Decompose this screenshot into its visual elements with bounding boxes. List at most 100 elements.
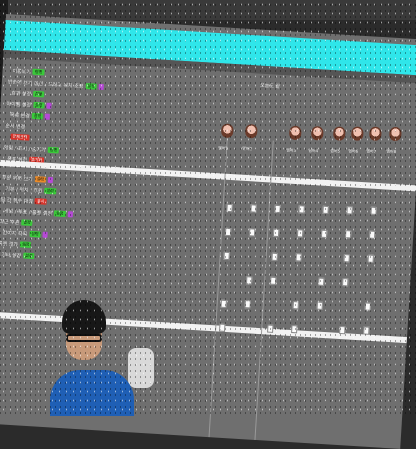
grid-checkbox[interactable] [343, 254, 350, 263]
row-tag-button[interactable]: 설정 [85, 82, 97, 90]
member-avatar[interactable] [310, 125, 324, 141]
member-avatar[interactable] [244, 123, 258, 139]
row-tag-button[interactable]: 설정 [19, 241, 32, 248]
row-tag-button[interactable]: 설정 [53, 210, 66, 217]
row-label: 게임 / 투표 / 룰렛 설정 [3, 207, 53, 217]
row-label: 룰렛 결과 [0, 240, 19, 248]
grid-checkbox[interactable] [367, 254, 374, 263]
member-avatar[interactable] [388, 126, 402, 142]
purple-chip-button[interactable] [98, 83, 104, 91]
grid-checkbox[interactable] [223, 251, 230, 261]
grid-checkbox[interactable] [342, 278, 349, 287]
grid-checkbox[interactable] [220, 299, 227, 309]
row-tag-button[interactable]: 설정 [32, 101, 45, 109]
grid-checkbox[interactable] [269, 276, 277, 285]
list-row: 게임 / 투표 / 룰렛 설정 설정 [4, 206, 73, 218]
grid-checkbox[interactable] [272, 228, 280, 238]
glasses [66, 334, 102, 342]
row-tag-button[interactable]: 설정 [32, 68, 45, 76]
row-label: 후원 목록 보기 [1, 174, 33, 183]
list-row: 기타 설정 설정 [1, 250, 35, 260]
list-row: 이름보기 설정 [12, 67, 45, 77]
grid-checkbox[interactable] [226, 203, 233, 213]
grid-checkbox[interactable] [318, 277, 325, 286]
list-row: 참여자 목록 설정 [2, 228, 48, 239]
list-row: 목록 변경 설정 [10, 110, 51, 120]
member-name: 멤버4 [308, 147, 319, 154]
section-divider-1 [0, 159, 416, 192]
row-tag-button[interactable]: 설정 [29, 230, 41, 238]
purple-chip-button[interactable] [67, 211, 73, 218]
purple-chip-button[interactable] [42, 231, 48, 238]
grid-checkbox[interactable] [292, 301, 299, 310]
grid-checkbox[interactable] [295, 253, 302, 262]
member-avatar[interactable] [368, 126, 382, 142]
list-row: 알림 / 표시 / 숨기기 설정 [4, 143, 60, 154]
chair [128, 348, 154, 388]
row-tag-button[interactable]: 설정 [44, 187, 57, 195]
purple-chip-button[interactable] [45, 113, 51, 120]
grid-checkbox[interactable] [244, 300, 251, 309]
row-tag-button[interactable]: 설정 [31, 112, 44, 120]
grid-checkbox[interactable] [296, 229, 304, 238]
row-label: 방송에 보기 옵션 / 드래그 위치 조정 [7, 78, 84, 90]
grid-checkbox[interactable] [370, 206, 377, 215]
grid-checkbox[interactable] [346, 206, 353, 215]
row-tag-button[interactable]: 전체선택 [10, 133, 30, 141]
member-avatar[interactable] [220, 123, 234, 139]
row-label: 효과 설정 [11, 89, 32, 98]
row-label: 기본 / 위치 / 후원 [5, 185, 43, 195]
grid-checkbox[interactable] [298, 205, 305, 214]
grid-checkbox[interactable] [322, 205, 329, 215]
row-tag-button[interactable]: 설정 [21, 219, 33, 227]
panel-title: 오늘도 끝 [259, 82, 281, 90]
row-tag-button[interactable]: 적용 [32, 90, 45, 98]
grid-checkbox[interactable] [224, 227, 232, 237]
grid-checkbox[interactable] [316, 301, 324, 310]
row-label: 참여자 목록 [2, 229, 28, 238]
row-label: 알림 / 표시 / 숨기기 [3, 144, 46, 154]
row-tag-button[interactable]: 설정 [34, 176, 47, 183]
member-name: 멤버7 [366, 148, 377, 154]
grid-checkbox[interactable] [363, 326, 370, 335]
grid-checkbox[interactable] [339, 325, 346, 335]
column-divider-1 [208, 137, 228, 438]
shirt [50, 370, 134, 416]
row-label: 목록 변경 [9, 111, 30, 120]
column-divider-2 [254, 140, 274, 441]
row-label: 순서 변경 [4, 122, 26, 130]
purple-chip-button[interactable] [47, 176, 54, 184]
grid-checkbox[interactable] [364, 302, 372, 311]
grid-checkbox[interactable] [320, 229, 328, 239]
member-avatar[interactable] [332, 126, 346, 141]
member-name: 멤버6 [348, 148, 359, 154]
grid-checkbox[interactable] [248, 228, 256, 237]
member-name: 멤버2 [242, 145, 253, 152]
hair [62, 300, 106, 334]
list-row: 룰렛 결과 설정 [0, 239, 32, 249]
list-row: 효과 설정 적용 [11, 88, 45, 98]
row-tag-button[interactable]: 설정 [23, 252, 35, 260]
list-row: 최근 후원 설정 [0, 217, 33, 227]
grid-checkbox[interactable] [245, 276, 253, 285]
row-tag-button[interactable]: 표시 [34, 198, 47, 205]
webcam-person [44, 296, 154, 416]
grid-checkbox[interactable] [267, 324, 274, 333]
row-label: 팀 간 점수 대결 [0, 196, 34, 205]
grid-checkbox[interactable] [368, 230, 376, 239]
grid-checkbox[interactable] [344, 230, 352, 239]
list-row: 팀 간 점수 대결 표시 [0, 195, 47, 206]
row-label: 이름보기 [12, 68, 32, 76]
grid-checkbox[interactable] [250, 204, 257, 213]
member-name: 멤버5 [330, 148, 341, 154]
purple-chip-button[interactable] [46, 102, 52, 109]
member-avatar[interactable] [288, 125, 302, 141]
grid-checkbox[interactable] [219, 323, 226, 332]
grid-checkbox[interactable] [291, 325, 298, 334]
grid-checkbox[interactable] [271, 252, 278, 262]
member-avatar[interactable] [350, 126, 364, 142]
list-row: 기본 / 위치 / 후원 설정 [5, 184, 57, 195]
grid-checkbox[interactable] [274, 204, 281, 214]
list-row: 전체선택 [8, 132, 30, 141]
row-tag-button[interactable]: 설정 [47, 146, 60, 154]
